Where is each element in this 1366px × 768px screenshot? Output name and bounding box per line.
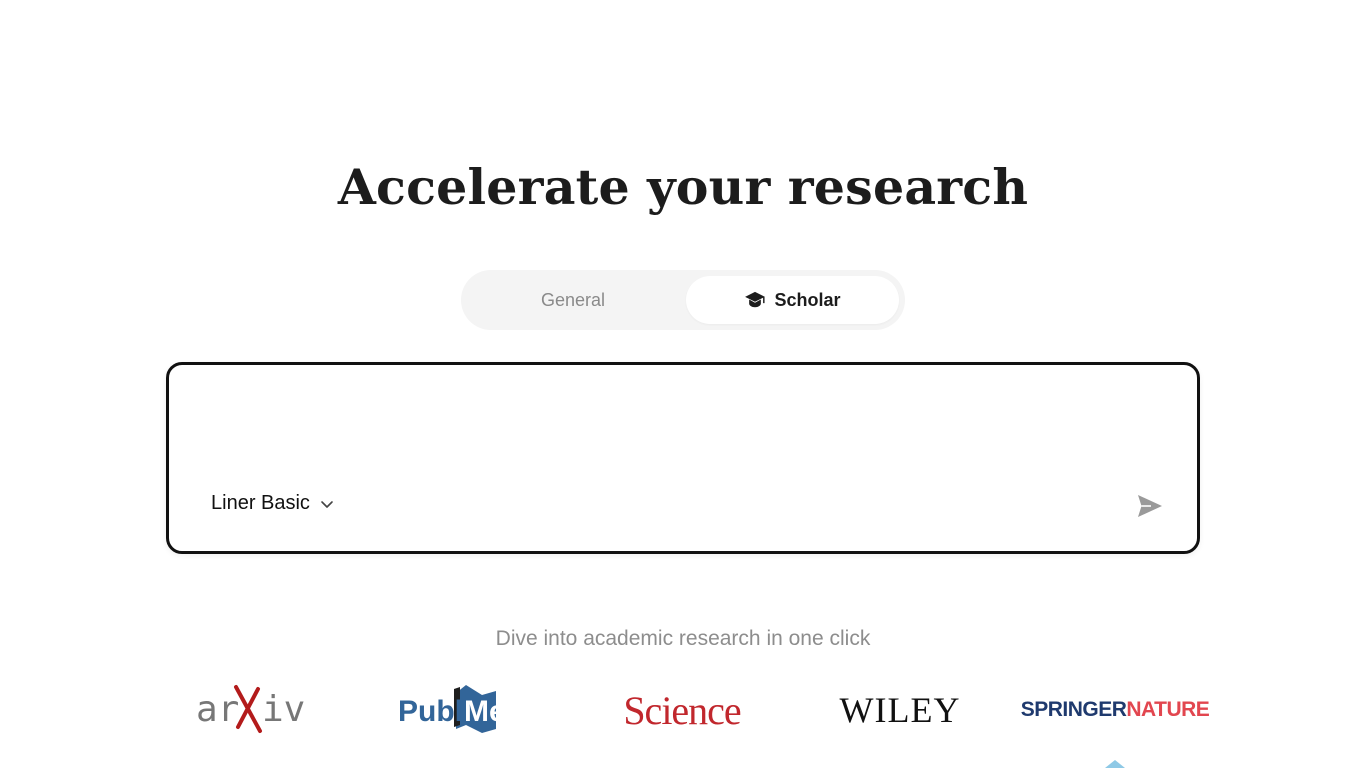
- nature-text: NATURE: [1126, 698, 1210, 721]
- pubmed-wordmark: Publ Med: [398, 685, 524, 733]
- tab-general-label: General: [540, 289, 606, 310]
- send-icon: [1138, 495, 1162, 517]
- pubmed-logo[interactable]: Publ Med: [396, 682, 538, 738]
- springer-text: SPRINGER: [1020, 698, 1127, 721]
- pubmed-text-b: Med: [464, 695, 524, 728]
- scroll-indicator-icon: [1105, 760, 1125, 768]
- arxiv-logo[interactable]: ar iv: [190, 682, 314, 738]
- science-logo[interactable]: Science: [620, 682, 744, 738]
- tab-scholar[interactable]: Scholar: [686, 276, 899, 324]
- tab-scholar-label: Scholar: [774, 289, 841, 310]
- query-input[interactable]: [211, 387, 1155, 471]
- search-mode-toggle: General Scholar: [461, 270, 905, 330]
- graduation-cap-icon: [745, 291, 766, 308]
- model-selector[interactable]: Liner Basic: [211, 492, 334, 515]
- chevron-down-icon: [321, 500, 333, 508]
- arxiv-text-b: iv: [262, 689, 305, 730]
- science-wordmark: Science: [623, 687, 741, 733]
- arxiv-wordmark: ar iv: [196, 685, 305, 733]
- pubmed-text-a: Publ: [398, 695, 463, 728]
- wiley-logo[interactable]: WILEY: [830, 682, 970, 738]
- springer-nature-logo[interactable]: SPRINGERNATURE: [1021, 682, 1210, 738]
- wiley-wordmark: WILEY: [839, 690, 961, 730]
- send-button[interactable]: [1135, 491, 1165, 521]
- model-selector-label: Liner Basic: [211, 492, 310, 514]
- query-box: Liner Basic: [166, 362, 1200, 554]
- tab-general[interactable]: General: [467, 276, 679, 324]
- page-title: Accelerate your research: [337, 158, 1029, 216]
- springer-nature-wordmark: SPRINGERNATURE: [1021, 698, 1210, 722]
- arxiv-text-a: ar: [196, 689, 239, 730]
- scholar-search-page: Accelerate your research General Scholar…: [0, 0, 1366, 768]
- sources-tagline: Dive into academic research in one click: [495, 627, 871, 650]
